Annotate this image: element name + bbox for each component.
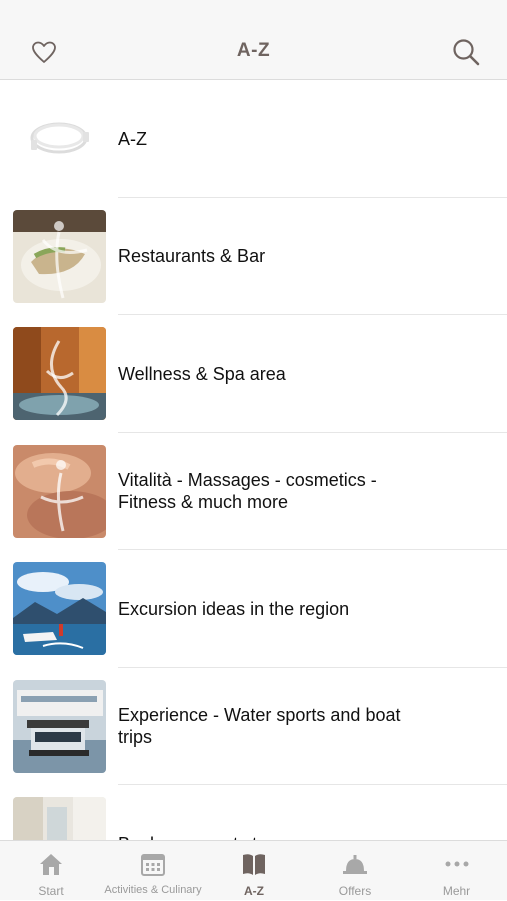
tab-label: Activities & Culinary bbox=[104, 884, 202, 896]
home-icon bbox=[40, 854, 62, 875]
list-item-label: A-Z bbox=[118, 128, 147, 149]
room-thumbnail bbox=[13, 797, 106, 840]
top-bar: A-Z bbox=[0, 0, 507, 80]
list-item[interactable]: Book your next stay bbox=[0, 785, 507, 840]
list-item[interactable]: Restaurants & Bar bbox=[0, 198, 507, 315]
tab-label: Start bbox=[38, 884, 64, 898]
list-item[interactable]: Experience - Water sports and boat trips bbox=[0, 668, 507, 785]
tab-start[interactable]: Start bbox=[0, 841, 102, 901]
list-item[interactable]: Vitalità - Massages - cosmetics - Fitnes… bbox=[0, 433, 507, 550]
massage-thumbnail bbox=[13, 444, 106, 538]
list-item[interactable]: Excursion ideas in the region bbox=[0, 550, 507, 668]
tab-label: Mehr bbox=[442, 884, 471, 898]
list-item-label: Wellness & Spa area bbox=[118, 363, 286, 384]
more-icon bbox=[445, 861, 468, 867]
tab-a-z[interactable]: A-Z bbox=[204, 841, 304, 901]
tab-activities-culinary[interactable]: Activities & Culinary bbox=[102, 841, 204, 901]
tab-label: Offers bbox=[338, 884, 372, 898]
list-item-label: Book your next stay bbox=[118, 785, 427, 840]
cable-thumbnail bbox=[13, 92, 106, 185]
tab-bar: Start Activities & Culinary A-Z Offers M… bbox=[0, 840, 507, 900]
book-icon bbox=[243, 854, 265, 875]
tab-offers[interactable]: Offers bbox=[304, 841, 406, 901]
list-item-label: Restaurants & Bar bbox=[118, 246, 266, 267]
list-item-label: Excursion ideas in the region bbox=[118, 598, 350, 619]
search-icon[interactable] bbox=[451, 37, 481, 67]
list-item-label: Experience - Water sports and boat trips bbox=[118, 705, 401, 748]
bell-icon bbox=[343, 855, 367, 874]
list-item[interactable]: Wellness & Spa area bbox=[0, 315, 507, 433]
boat-thumbnail bbox=[13, 679, 106, 773]
wellness-thumbnail bbox=[13, 327, 106, 420]
tab-label: A-Z bbox=[244, 884, 264, 898]
calendar-icon bbox=[141, 854, 165, 876]
page-title: A-Z bbox=[236, 40, 271, 61]
list-item[interactable]: A-Z bbox=[0, 80, 507, 198]
lake-thumbnail bbox=[13, 562, 106, 655]
list-item-label: Vitalità - Massages - cosmetics - Fitnes… bbox=[118, 470, 377, 513]
az-list: A-Z Restaurants & Bar Wellness & Spa are… bbox=[0, 80, 507, 840]
restaurant-thumbnail bbox=[13, 209, 106, 303]
tab-mehr[interactable]: Mehr bbox=[406, 841, 507, 901]
